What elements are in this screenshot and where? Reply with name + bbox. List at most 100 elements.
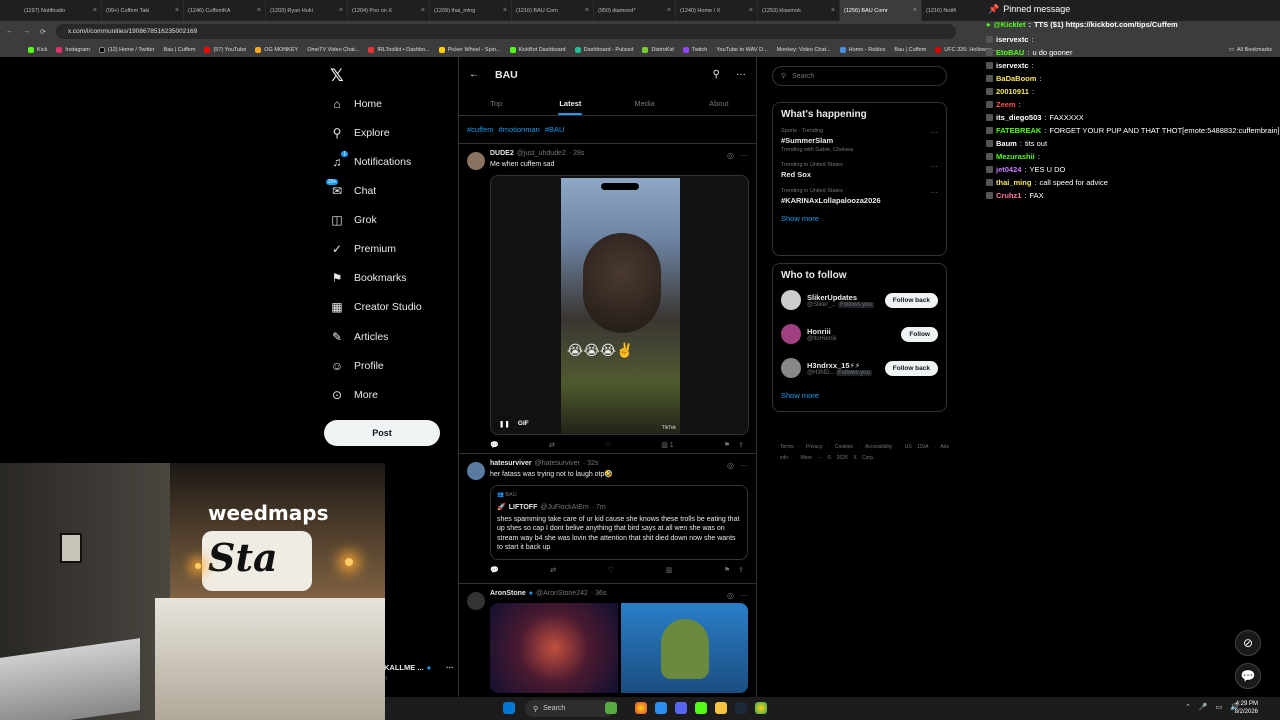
hashtag-link[interactable]: #motionman bbox=[499, 125, 540, 134]
nav-chat[interactable]: ✉ 20+ Chat bbox=[326, 179, 376, 198]
back-icon[interactable]: ← bbox=[6, 28, 13, 35]
taskbar-clock[interactable]: 4:29 PM 8/2/2026 bbox=[1235, 700, 1258, 717]
show-more-link[interactable]: Show more bbox=[781, 214, 938, 223]
chat-username[interactable]: thai_ming bbox=[996, 178, 1031, 187]
chat-username[interactable]: Zeem bbox=[996, 100, 1016, 109]
nav-home[interactable]: ⌂ Home bbox=[330, 97, 382, 111]
footer-links[interactable]: Terms · Privacy · Cookies · Accessibilit… bbox=[780, 442, 950, 464]
chat-username[interactable]: Mezurashii bbox=[996, 152, 1035, 161]
close-icon[interactable]: × bbox=[585, 7, 589, 14]
follow-suggestion[interactable]: SlikerUpdates @Sliker_... Follows you Fo… bbox=[781, 289, 938, 311]
chat-username[interactable]: Cruhz1 bbox=[996, 191, 1021, 200]
messages-float-button[interactable]: 💬 bbox=[1235, 663, 1261, 689]
follow-suggestion[interactable]: H3ndrxx_15⚡⚡ @H3ND... Follows you Follow… bbox=[781, 357, 938, 379]
tweet[interactable]: AronStone ● @AronStone242 · 36s ◎ ··· bbox=[459, 584, 756, 704]
bookmark-icon[interactable]: ⚑ bbox=[724, 441, 730, 449]
display-name[interactable]: DUDE2 bbox=[490, 150, 514, 157]
grok-icon[interactable]: ◎ bbox=[727, 151, 734, 160]
chevron-up-icon[interactable]: ⌃ bbox=[1185, 703, 1191, 711]
more-icon[interactable]: ··· bbox=[740, 461, 748, 470]
search-input[interactable]: ⚲ Search bbox=[772, 66, 947, 86]
browser-tab[interactable]: (99+) Cuffem Taki × bbox=[102, 0, 184, 21]
reply-icon[interactable]: 💬 bbox=[490, 441, 499, 449]
share-icon[interactable]: ⇪ bbox=[738, 566, 744, 574]
more-icon[interactable]: ··· bbox=[930, 188, 938, 197]
avatar[interactable] bbox=[781, 290, 801, 310]
taskbar-search[interactable]: ⚲ Search bbox=[525, 700, 615, 717]
timestamp[interactable]: · 32s bbox=[583, 460, 599, 467]
browser-tab-active[interactable]: (1256) BAU Comr × bbox=[840, 0, 922, 21]
mic-icon[interactable]: 🎤 bbox=[1199, 703, 1208, 711]
browser-tab[interactable]: (1253) kliasmok × bbox=[758, 0, 840, 21]
search-icon[interactable]: ⚲ bbox=[713, 69, 720, 80]
trend-item[interactable]: Sports · Trending #SummerSlam Trending w… bbox=[781, 128, 938, 153]
avatar[interactable] bbox=[781, 324, 801, 344]
tweet[interactable]: DUDE2 @just_uhdude2 · 28s ◎ ··· Me when c… bbox=[459, 144, 756, 454]
avatar[interactable] bbox=[467, 462, 485, 480]
more-icon[interactable]: ··· bbox=[930, 162, 938, 171]
tab-latest[interactable]: Latest bbox=[533, 92, 607, 115]
more-icon[interactable]: ··· bbox=[740, 151, 748, 160]
show-more-link[interactable]: Show more bbox=[781, 391, 938, 400]
folder-icon[interactable] bbox=[715, 702, 727, 714]
tweet-media-grid[interactable] bbox=[490, 603, 748, 693]
timestamp[interactable]: · 28s bbox=[569, 150, 585, 157]
back-arrow-icon[interactable]: ← bbox=[469, 69, 479, 80]
display-name[interactable]: AronStone bbox=[490, 590, 526, 597]
url-field[interactable]: x.com/i/communities/1908678516235002169 bbox=[55, 24, 956, 39]
kick-icon[interactable] bbox=[695, 702, 707, 714]
network-icon[interactable]: ▭ bbox=[1216, 703, 1223, 711]
reply-icon[interactable]: 💬 bbox=[490, 566, 499, 574]
views-count[interactable]: ▥ 1 bbox=[661, 441, 673, 449]
grok-float-button[interactable]: ⊘ bbox=[1235, 630, 1261, 656]
browser-tab[interactable]: (1246) CuffemKA × bbox=[184, 0, 266, 21]
close-icon[interactable]: × bbox=[175, 7, 179, 14]
chat-username[interactable]: iservextc bbox=[996, 61, 1029, 70]
bookmark[interactable]: Picker Wheel - Spin... bbox=[438, 46, 501, 53]
browser-tab[interactable]: (1197) Notificatio × bbox=[20, 0, 102, 21]
close-icon[interactable]: × bbox=[913, 7, 917, 14]
avatar[interactable] bbox=[467, 152, 485, 170]
close-icon[interactable]: × bbox=[339, 7, 343, 14]
trend-item[interactable]: Trending in United States Red Sox ··· bbox=[781, 162, 938, 179]
follow-back-button[interactable]: Follow back bbox=[884, 360, 938, 376]
chat-username[interactable]: jet0424 bbox=[996, 165, 1021, 174]
tab-media[interactable]: Media bbox=[608, 92, 682, 115]
bookmark[interactable]: OG MONKEY bbox=[255, 46, 298, 53]
avatar[interactable] bbox=[467, 592, 485, 610]
more-icon[interactable]: ··· bbox=[736, 69, 746, 80]
nav-notifications[interactable]: ♫ 1 Notifications bbox=[330, 151, 411, 169]
avatar[interactable] bbox=[781, 358, 801, 378]
handle[interactable]: @AronStone242 bbox=[536, 590, 588, 597]
grok-icon[interactable]: ◎ bbox=[727, 461, 734, 470]
chrome-icon[interactable] bbox=[635, 702, 647, 714]
bookmark[interactable]: Home - Roblox bbox=[839, 46, 885, 53]
nav-premium[interactable]: ✓ Premium bbox=[330, 242, 396, 256]
views-icon[interactable]: ▥ bbox=[666, 566, 673, 574]
follow-suggestion[interactable]: Honriii @ItsHonriii Follow bbox=[781, 323, 938, 345]
handle[interactable]: @hatesurviver bbox=[535, 460, 580, 467]
browser-tab[interactable]: (1216) BAU Com × bbox=[512, 0, 594, 21]
more-icon[interactable]: ··· bbox=[446, 663, 454, 672]
bookmark[interactable]: YouTube to WAV D... bbox=[716, 47, 767, 53]
trend-item[interactable]: Trending in United States #KARINAxLollap… bbox=[781, 188, 938, 205]
bookmark[interactable]: Monkey: Video Chat... bbox=[777, 47, 831, 53]
chat-username[interactable]: FATEBREAK bbox=[996, 126, 1041, 135]
close-icon[interactable]: × bbox=[93, 7, 97, 14]
share-icon[interactable]: ⇪ bbox=[738, 441, 744, 449]
post-button[interactable]: Post bbox=[324, 420, 440, 446]
bookmark[interactable]: (12) Home / Twitter bbox=[98, 46, 155, 53]
nav-bookmarks[interactable]: ⚑ Bookmarks bbox=[330, 271, 407, 285]
bookmark[interactable]: Dashboard - Pulsoid bbox=[574, 46, 633, 53]
tweet[interactable]: hatesurviver @hatesurviver · 32s ◎ ··· he… bbox=[459, 454, 756, 584]
more-icon[interactable]: ··· bbox=[930, 128, 938, 137]
timestamp[interactable]: · 36s bbox=[591, 590, 607, 597]
like-icon[interactable]: ♡ bbox=[605, 441, 611, 449]
forward-icon[interactable]: → bbox=[23, 28, 30, 35]
tweet-media[interactable]: 😭😭😭✌️ TikTok ❚❚ GIF bbox=[490, 175, 749, 436]
bookmark[interactable]: KickBot Dashboard bbox=[509, 46, 566, 53]
nav-grok[interactable]: ◫ Grok bbox=[330, 213, 376, 227]
hashtag-link[interactable]: #BAU bbox=[545, 125, 565, 134]
tab-top[interactable]: Top bbox=[459, 92, 533, 115]
browser-tab[interactable]: (1203) Ryan Huki × bbox=[266, 0, 348, 21]
